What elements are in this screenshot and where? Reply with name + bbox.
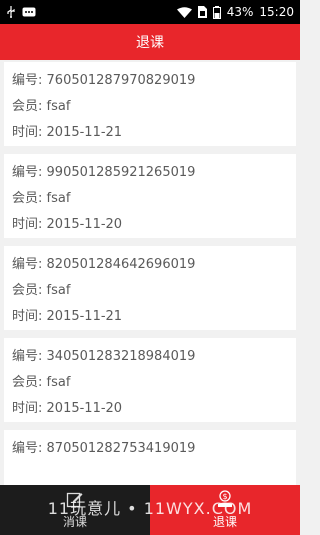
battery-percent: 43% [226,5,254,19]
record-member: fsaf [46,99,71,114]
record-member: fsaf [46,283,71,298]
record-time-label: 时间: [12,217,43,232]
edit-icon [66,490,84,511]
record-member-row: 会员: fsaf [12,278,288,304]
record-number-row: 编号: 760501287970829019 [12,68,288,94]
record-number: 760501287970829019 [46,73,196,88]
record-time-row: 时间: 2015-11-21 [12,304,288,330]
record-number: 990501285921265019 [46,165,196,180]
battery-icon [212,5,221,19]
record-number-row: 编号: 870501282753419019 [12,436,288,462]
record-number-label: 编号: [12,257,43,272]
record-time-row: 时间: 2015-11-21 [12,120,288,146]
list-item[interactable]: 编号: 990501285921265019 会员: fsaf 时间: 2015… [4,154,296,238]
message-icon [22,7,36,18]
bottom-nav: 消课 $ 退课 [0,485,300,535]
status-left [6,6,36,18]
record-number: 340501283218984019 [46,349,196,364]
record-time: 2015-11-20 [46,401,123,416]
status-right: 43% 15:20 [176,5,294,19]
refund-record-list[interactable]: 编号: 760501287970829019 会员: fsaf 时间: 2015… [0,60,300,486]
record-member-label: 会员: [12,283,43,298]
app-bar: 退课 [0,24,300,60]
record-member-label: 会员: [12,99,43,114]
nav-item-label: 退课 [212,515,237,529]
record-member: fsaf [46,191,71,206]
record-member-row: 会员: fsaf [12,94,288,120]
usb-icon [6,6,16,18]
nav-item-label: 消课 [62,515,87,529]
status-bar: 43% 15:20 [0,0,300,24]
list-item[interactable]: 编号: 340501283218984019 会员: fsaf 时间: 2015… [4,338,296,422]
record-number-label: 编号: [12,349,43,364]
nav-item-refund-class[interactable]: $ 退课 [150,485,300,535]
record-member-row: 会员: fsaf [12,370,288,396]
page-title: 退课 [136,35,164,51]
record-member-label: 会员: [12,375,43,390]
record-number-label: 编号: [12,441,43,456]
record-number-label: 编号: [12,165,43,180]
clock: 15:20 [259,5,294,19]
wifi-icon [176,6,192,18]
record-member-label: 会员: [12,191,43,206]
list-item[interactable]: 编号: 760501287970829019 会员: fsaf 时间: 2015… [4,62,296,146]
record-time-label: 时间: [12,309,43,324]
record-member-row: 会员: fsaf [12,186,288,212]
record-member: fsaf [46,375,71,390]
record-time-row: 时间: 2015-11-20 [12,212,288,238]
refund-icon: $ [216,490,234,511]
list-item[interactable]: 编号: 870501282753419019 [4,430,296,486]
record-time: 2015-11-21 [46,125,123,140]
record-time: 2015-11-21 [46,309,123,324]
record-time-row: 时间: 2015-11-20 [12,396,288,422]
record-number: 870501282753419019 [46,441,196,456]
nav-item-consume-class[interactable]: 消课 [0,485,150,535]
record-number: 820501284642696019 [46,257,196,272]
record-time-label: 时间: [12,125,43,140]
record-time: 2015-11-20 [46,217,123,232]
sim-icon [197,6,207,18]
list-item[interactable]: 编号: 820501284642696019 会员: fsaf 时间: 2015… [4,246,296,330]
record-number-row: 编号: 820501284642696019 [12,252,288,278]
record-number-label: 编号: [12,73,43,88]
record-time-label: 时间: [12,401,43,416]
svg-text:$: $ [222,492,227,501]
record-number-row: 编号: 990501285921265019 [12,160,288,186]
record-number-row: 编号: 340501283218984019 [12,344,288,370]
